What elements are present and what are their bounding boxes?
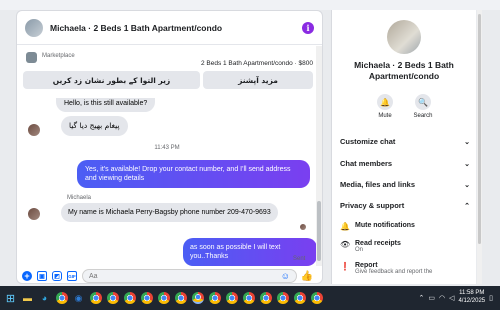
wifi-icon[interactable]: ◠ — [439, 294, 445, 302]
timestamp: 11:43 PM — [154, 145, 180, 151]
chrome-icon[interactable] — [56, 292, 68, 304]
section-label: Chat members — [340, 159, 393, 168]
like-icon[interactable]: 👍 — [301, 271, 313, 282]
chevron-down-icon: ⌄ — [464, 160, 470, 168]
start-icon[interactable]: ⊞ — [3, 291, 18, 306]
message-input-field[interactable]: ☺ — [82, 269, 297, 283]
option-title: Mute notifications — [355, 222, 415, 229]
bell-icon: 🔔 — [340, 222, 350, 231]
chrome-icon[interactable] — [277, 292, 289, 304]
marketplace-label: Marketplace — [42, 53, 75, 59]
bell-icon: 🔔 — [377, 94, 393, 110]
app-icon[interactable]: ◉ — [71, 291, 86, 306]
mute-button[interactable]: 🔔 Mute — [370, 94, 400, 119]
chrome-icon[interactable] — [90, 292, 102, 304]
read-receipts-option[interactable]: 👁 Read receipts On — [340, 240, 470, 253]
volume-icon[interactable]: ◁ — [449, 294, 454, 302]
avatar — [28, 208, 40, 220]
conversation-details-panel: Michaela · 2 Beds 1 Bath Apartment/condo… — [331, 10, 476, 284]
system-tray: ⌃ ▭ ◠ ◁ 11:58 PM 4/12/2025 ▯ — [418, 290, 497, 306]
side-scroll-thumb[interactable] — [478, 14, 481, 244]
section-customize-chat[interactable]: Customize chat ⌄ — [340, 137, 470, 146]
sticker-icon[interactable]: ◩ — [52, 271, 62, 281]
notification-icon[interactable]: ▯ — [489, 294, 493, 302]
chrome-icon[interactable] — [294, 292, 306, 304]
chrome-icon[interactable] — [260, 292, 272, 304]
option-subtitle: On — [355, 247, 364, 253]
chat-header: Michaela · 2 Beds 1 Bath Apartment/condo… — [17, 11, 322, 45]
message-bubble[interactable]: My name is Michaela Perry-Bagsby phone n… — [61, 203, 278, 223]
report-option[interactable]: ❗ Report Give feedback and report the — [340, 262, 470, 275]
section-chat-members[interactable]: Chat members ⌄ — [340, 159, 470, 168]
chrome-icon[interactable] — [226, 292, 238, 304]
info-icon[interactable]: i — [302, 21, 314, 34]
sent-status: Sent — [293, 256, 306, 262]
taskbar: ⊞ ▬ ◕ ◉ ⌃ ▭ ◠ ◁ 11:58 PM 4/12/2025 ▯ — [0, 286, 500, 310]
plus-icon[interactable]: + — [22, 271, 32, 281]
battery-icon[interactable]: ▭ — [428, 294, 435, 302]
message-list[interactable]: Marketplace 2 Beds 1 Bath Apartment/cond… — [17, 46, 317, 266]
browser-top-strip — [0, 0, 500, 10]
chrome-icon[interactable] — [158, 292, 170, 304]
chrome-icon[interactable] — [209, 292, 221, 304]
date: 4/12/2025 — [458, 298, 486, 304]
composer: + ▣ ◩ GIF ☺ 👍 — [17, 267, 322, 283]
avatar[interactable] — [25, 18, 43, 37]
clock[interactable]: 11:58 PM 4/12/2025 — [458, 290, 485, 306]
avatar[interactable] — [387, 20, 421, 54]
eye-icon: 👁 — [340, 240, 351, 249]
mark-pending-button[interactable]: زیر التوا کے بطور نشان زد کریں — [23, 71, 200, 89]
chrome-icon[interactable] — [107, 292, 119, 304]
mute-notifications-option[interactable]: 🔔 Mute notifications — [340, 222, 470, 231]
chat-title[interactable]: Michaela · 2 Beds 1 Bath Apartment/condo — [50, 23, 302, 33]
chat-panel: Michaela · 2 Beds 1 Bath Apartment/condo… — [16, 10, 323, 284]
message-bubble[interactable]: Yes, it's available! Drop your contact n… — [77, 160, 310, 189]
chevron-down-icon: ⌄ — [464, 181, 470, 189]
listing-thumbnail[interactable] — [26, 52, 37, 63]
chevron-down-icon: ⌄ — [464, 138, 470, 146]
alert-icon: ❗ — [340, 262, 350, 271]
section-label: Media, files and links — [340, 180, 416, 189]
search-label: Search — [413, 113, 433, 119]
chevron-up-icon: ⌃ — [464, 202, 470, 210]
emoji-icon[interactable]: ☺ — [281, 271, 290, 281]
gif-icon[interactable]: GIF — [67, 271, 77, 281]
chrome-icon[interactable] — [141, 292, 153, 304]
time: 11:58 PM — [459, 290, 485, 297]
search-icon: 🔍 — [415, 94, 431, 110]
message-input[interactable] — [89, 272, 281, 280]
scroll-thumb[interactable] — [317, 201, 321, 261]
side-title: Michaela · 2 Beds 1 Bath Apartment/condo — [354, 60, 454, 81]
more-options-button[interactable]: مزید آپشنز — [203, 71, 313, 89]
option-subtitle: Give feedback and report the — [355, 269, 433, 275]
chrome-icon[interactable] — [311, 292, 323, 304]
listing-summary[interactable]: 2 Beds 1 Bath Apartment/condo · $800 — [201, 60, 313, 67]
section-label: Customize chat — [340, 137, 396, 146]
chevron-up-icon[interactable]: ⌃ — [418, 294, 424, 302]
sender-name: Michaela — [67, 195, 92, 201]
mute-label: Mute — [378, 113, 392, 119]
marketplace-card: Marketplace 2 Beds 1 Bath Apartment/cond… — [23, 48, 313, 92]
image-icon[interactable]: ▣ — [37, 271, 47, 281]
section-media-files-links[interactable]: Media, files and links ⌄ — [340, 180, 470, 189]
chrome-icon[interactable] — [175, 292, 187, 304]
edge-icon[interactable]: ◕ — [37, 291, 52, 306]
chrome-icon[interactable] — [243, 292, 255, 304]
message-bubble[interactable]: پیغام بھیج دیا گیا — [61, 116, 128, 136]
section-privacy-support[interactable]: Privacy & support ⌃ — [340, 201, 470, 210]
seen-avatar — [300, 224, 306, 230]
avatar — [28, 124, 40, 136]
section-label: Privacy & support — [340, 201, 405, 210]
chrome-icon[interactable] — [192, 292, 204, 304]
file-explorer-icon[interactable]: ▬ — [20, 291, 35, 306]
option-title: Read receipts — [355, 240, 401, 247]
search-button[interactable]: 🔍 Search — [408, 94, 438, 119]
message-bubble[interactable]: Hello, is this still available? — [56, 98, 156, 113]
option-title: Report — [355, 262, 378, 269]
chrome-icon[interactable] — [124, 292, 136, 304]
